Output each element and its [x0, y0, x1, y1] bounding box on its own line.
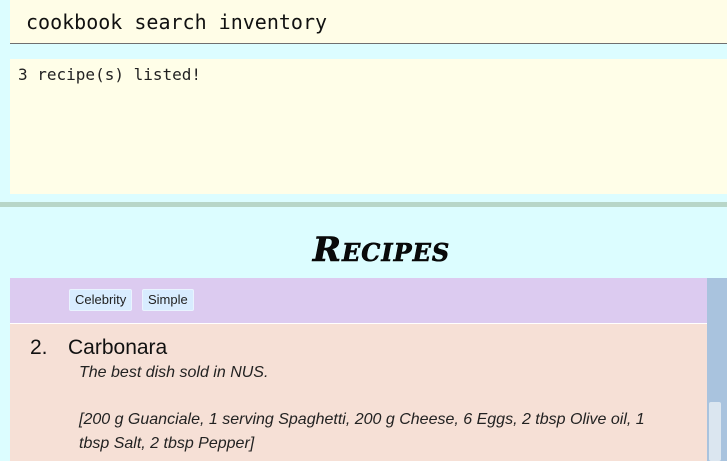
- command-input[interactable]: cookbook search inventory: [26, 10, 327, 34]
- recipe-card[interactable]: 2. Carbonara The best dish sold in NUS. …: [10, 326, 707, 461]
- list-scrollbar[interactable]: [707, 278, 727, 461]
- scrollbar-thumb[interactable]: [709, 402, 721, 461]
- split-pane-divider[interactable]: [0, 202, 727, 207]
- recipe-description: The best dish sold in NUS.: [79, 364, 269, 381]
- recipe-list[interactable]: Celebrity Simple 2. Carbonara The best d…: [10, 278, 707, 461]
- recipe-ingredients: [200 g Guanciale, 1 serving Spaghetti, 2…: [79, 411, 645, 452]
- recipe-index: 2.: [30, 336, 48, 359]
- tag-badge: Celebrity: [69, 289, 133, 311]
- panel-title: Recipes: [312, 230, 451, 271]
- recipe-name: Carbonara: [68, 336, 168, 359]
- result-display: 3 recipe(s) listed!: [10, 59, 727, 194]
- tag-badge: Simple: [142, 289, 194, 311]
- command-box[interactable]: cookbook search inventory: [10, 0, 727, 44]
- recipe-card-tags-row[interactable]: Celebrity Simple: [10, 278, 707, 324]
- result-message: 3 recipe(s) listed!: [18, 65, 202, 84]
